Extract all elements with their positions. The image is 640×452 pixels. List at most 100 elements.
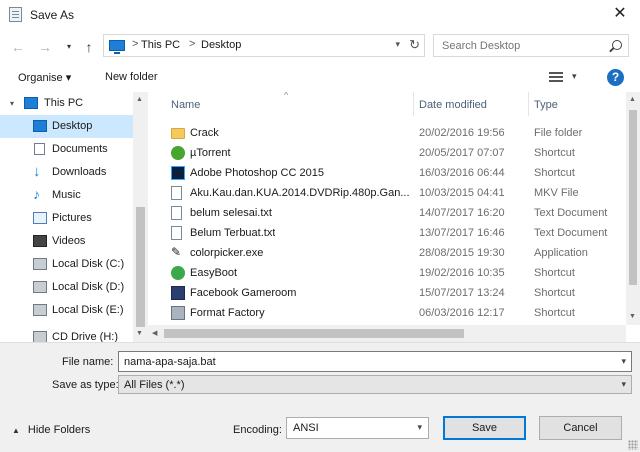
scrollbar-thumb[interactable] bbox=[164, 329, 464, 338]
chevron-down-icon[interactable]: ▾ bbox=[572, 71, 577, 82]
chevron-up-icon: ▲ bbox=[12, 426, 20, 435]
chevron-down-icon[interactable]: ▾ bbox=[417, 422, 422, 433]
file-type: File folder bbox=[534, 127, 583, 139]
help-icon[interactable]: ? bbox=[607, 69, 624, 86]
forward-arrow-icon[interactable]: → bbox=[36, 38, 54, 56]
file-name: µTorrent bbox=[190, 147, 231, 159]
refresh-icon[interactable]: ↻ bbox=[409, 37, 420, 53]
file-row[interactable]: ✎ colorpicker.exe 28/08/2015 19:30 Appli… bbox=[148, 243, 626, 263]
file-row[interactable]: EasyBoot 19/02/2016 10:35 Shortcut bbox=[148, 263, 626, 283]
file-row[interactable]: µTorrent 20/05/2017 07:07 Shortcut bbox=[148, 143, 626, 163]
chevron-down-icon[interactable]: ▾ bbox=[395, 39, 400, 50]
chevron-down-icon[interactable]: ▾ bbox=[621, 356, 626, 367]
search-input[interactable] bbox=[434, 35, 604, 56]
file-date: 20/05/2017 07:07 bbox=[419, 147, 505, 159]
file-name: colorpicker.exe bbox=[190, 247, 264, 259]
file-date: 28/08/2015 19:30 bbox=[419, 247, 505, 259]
file-name-combobox[interactable]: ▾ bbox=[118, 351, 632, 372]
nav-item-local-disk-d[interactable]: Local Disk (D:) bbox=[0, 276, 133, 299]
file-row[interactable]: Format Factory 06/03/2016 12:17 Shortcut bbox=[148, 303, 626, 323]
scrollbar-thumb[interactable] bbox=[629, 110, 637, 285]
scroll-up-icon[interactable]: ▲ bbox=[136, 96, 143, 103]
file-row[interactable]: Crack 20/02/2016 19:56 File folder bbox=[148, 123, 626, 143]
view-options-icon[interactable] bbox=[549, 72, 563, 82]
breadcrumb-this-pc[interactable]: This PC bbox=[141, 39, 180, 51]
scroll-left-icon[interactable]: ◀ bbox=[152, 329, 157, 337]
close-button[interactable]: ✕ bbox=[600, 0, 640, 30]
nav-item-pictures[interactable]: Pictures bbox=[0, 207, 133, 230]
cd-drive-icon bbox=[33, 331, 47, 342]
nav-item-this-pc[interactable]: This PC bbox=[0, 92, 133, 115]
encoding-select[interactable]: ANSI ▾ bbox=[286, 417, 429, 439]
file-date: 15/07/2017 13:24 bbox=[419, 287, 505, 299]
file-type: MKV File bbox=[534, 187, 579, 199]
chevron-down-icon[interactable]: ▾ bbox=[621, 379, 626, 390]
column-header-type[interactable]: Type bbox=[534, 99, 558, 111]
file-type: Shortcut bbox=[534, 167, 575, 179]
disk-icon bbox=[33, 304, 47, 316]
new-folder-button[interactable]: New folder bbox=[105, 71, 158, 83]
nav-item-desktop[interactable]: Desktop bbox=[0, 115, 133, 138]
text-file-icon bbox=[171, 206, 182, 220]
file-row[interactable]: Aku.Kau.dan.KUA.2014.DVDRip.480p.Gan... … bbox=[148, 183, 626, 203]
file-row[interactable]: Facebook Gameroom 15/07/2017 13:24 Short… bbox=[148, 283, 626, 303]
downloads-icon: ↓ bbox=[33, 163, 41, 180]
nav-item-local-disk-c[interactable]: Local Disk (C:) bbox=[0, 253, 133, 276]
nav-item-music[interactable]: ♪ Music bbox=[0, 184, 133, 207]
nav-item-cd-drive[interactable]: CD Drive (H:) bbox=[0, 326, 133, 342]
column-header-name[interactable]: Name bbox=[171, 99, 200, 111]
scrollbar-thumb[interactable] bbox=[136, 207, 145, 327]
file-list-scrollbar[interactable]: ▲ ▼ bbox=[626, 92, 640, 325]
title-bar: Save As ✕ bbox=[0, 0, 640, 30]
file-date: 13/07/2017 16:46 bbox=[419, 227, 505, 239]
notepad-icon bbox=[9, 7, 22, 22]
cancel-button[interactable]: Cancel bbox=[539, 416, 622, 440]
file-date: 16/03/2016 06:44 bbox=[419, 167, 505, 179]
column-divider[interactable] bbox=[413, 92, 414, 116]
column-divider[interactable] bbox=[528, 92, 529, 116]
nav-item-label: This PC bbox=[44, 97, 84, 109]
file-name: Facebook Gameroom bbox=[190, 287, 297, 299]
recent-locations-icon[interactable]: ▾ bbox=[60, 38, 78, 56]
file-row[interactable]: Belum Terbuat.txt 13/07/2017 16:46 Text … bbox=[148, 223, 626, 243]
nav-item-label: Documents bbox=[52, 143, 108, 155]
breadcrumb-desktop[interactable]: Desktop bbox=[201, 39, 241, 51]
nav-item-downloads[interactable]: ↓ Downloads bbox=[0, 161, 133, 184]
file-date: 19/02/2016 10:35 bbox=[419, 267, 505, 279]
navigation-pane: ▾ This PC Desktop Documents ↓ Downloads … bbox=[0, 92, 147, 342]
nav-item-local-disk-e[interactable]: Local Disk (E:) bbox=[0, 299, 133, 322]
nav-item-videos[interactable]: Videos bbox=[0, 230, 133, 253]
save-button[interactable]: Save bbox=[443, 416, 526, 440]
file-type: Shortcut bbox=[534, 287, 575, 299]
file-row[interactable]: belum selesai.txt 14/07/2017 16:20 Text … bbox=[148, 203, 626, 223]
horizontal-scrollbar[interactable]: ◀ bbox=[148, 325, 626, 342]
search-box[interactable] bbox=[433, 34, 629, 57]
nav-item-label: Music bbox=[52, 189, 81, 201]
save-as-type-select[interactable]: All Files (*.*) ▾ bbox=[118, 375, 632, 394]
nav-item-label: Downloads bbox=[52, 166, 107, 178]
hide-folders-button[interactable]: ▲ Hide Folders bbox=[12, 424, 90, 436]
nav-item-documents[interactable]: Documents bbox=[0, 138, 133, 161]
breadcrumb-separator: > bbox=[189, 38, 196, 50]
scroll-down-icon[interactable]: ▼ bbox=[136, 330, 143, 337]
column-header-date-modified[interactable]: Date modified bbox=[419, 99, 487, 111]
nav-item-label: CD Drive (H:) bbox=[52, 331, 118, 342]
file-list: ^ Name Date modified Type Crack 20/02/20… bbox=[148, 92, 626, 325]
scroll-up-icon[interactable]: ▲ bbox=[629, 96, 636, 103]
file-name-label: File name: bbox=[62, 356, 114, 368]
organise-button[interactable]: Organise ▾ bbox=[18, 71, 71, 84]
video-file-icon bbox=[171, 186, 182, 200]
resize-grip[interactable] bbox=[628, 440, 638, 450]
search-icon[interactable] bbox=[612, 40, 622, 50]
sort-ascending-icon: ^ bbox=[284, 92, 289, 100]
file-row[interactable]: Adobe Photoshop CC 2015 16/03/2016 06:44… bbox=[148, 163, 626, 183]
hide-folders-label: Hide Folders bbox=[27, 424, 91, 436]
scroll-down-icon[interactable]: ▼ bbox=[629, 313, 636, 320]
up-arrow-icon[interactable]: ↑ bbox=[80, 38, 98, 56]
back-arrow-icon[interactable]: ← bbox=[9, 38, 27, 56]
navigation-pane-scrollbar[interactable]: ▲ ▼ bbox=[133, 92, 148, 342]
file-name-input[interactable] bbox=[119, 352, 609, 371]
save-as-type-value: All Files (*.*) bbox=[124, 379, 185, 391]
address-bar[interactable]: > This PC > Desktop ▾ ↻ bbox=[103, 34, 425, 57]
file-date: 10/03/2015 04:41 bbox=[419, 187, 505, 199]
